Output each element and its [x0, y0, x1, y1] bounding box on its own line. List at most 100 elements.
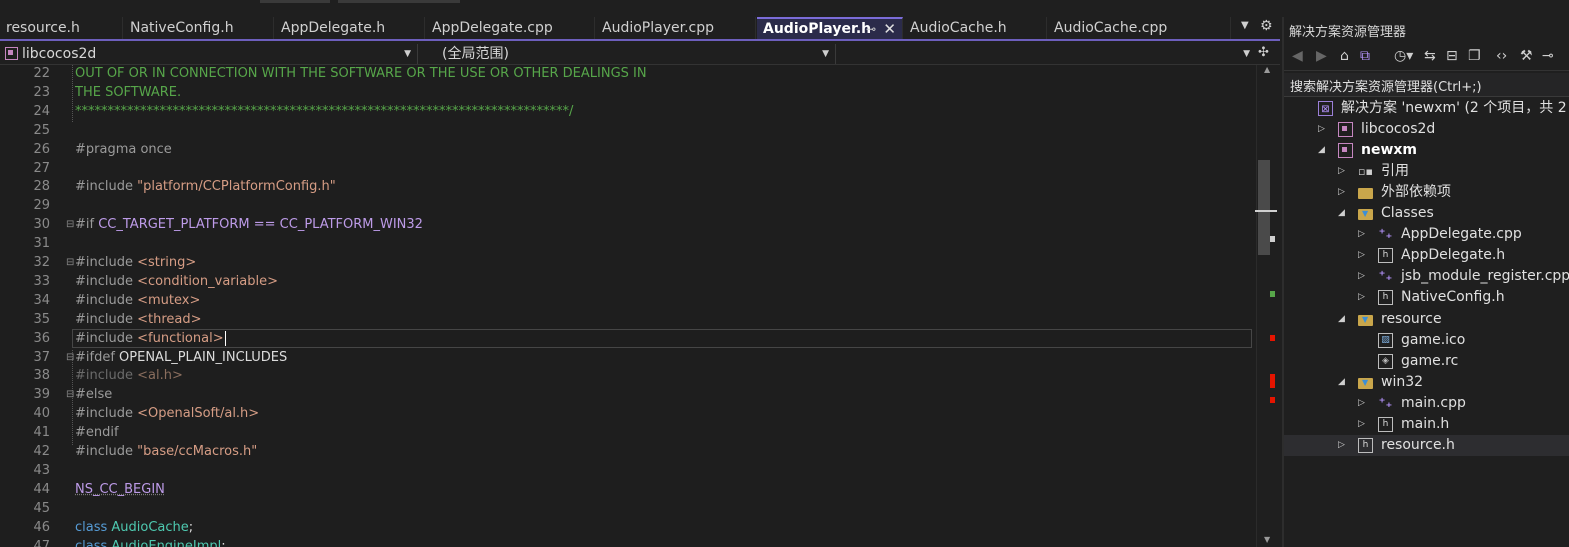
close-icon[interactable]: ✕ [883, 19, 896, 39]
code-line[interactable]: 28 #include "platform/CCPlatformConfig.h" [0, 177, 1256, 196]
scope-combo[interactable]: (全局范围) ▼ [420, 44, 836, 64]
tab-nativeconfig-h[interactable]: NativeConfig.h [124, 17, 274, 39]
code-view-icon[interactable]: ‹› [1496, 48, 1507, 64]
code-line[interactable]: 24 **************************************… [0, 102, 1256, 121]
tree-item[interactable]: ▷ ⁺₊ jsb_module_register.cpp [1284, 266, 1569, 287]
collapsed-arrow-icon[interactable]: ▷ [1358, 393, 1365, 414]
tab-audiocache-h[interactable]: AudioCache.h [904, 17, 1047, 39]
code-line[interactable]: 38 #include <al.h> [0, 366, 1256, 385]
collapsed-arrow-icon[interactable]: ▷ [1358, 287, 1365, 308]
tree-item[interactable]: ▷ h NativeConfig.h [1284, 287, 1569, 308]
properties-icon[interactable]: ⚒ [1520, 48, 1533, 64]
expanded-arrow-icon[interactable]: ◢ [1338, 309, 1345, 330]
fold-toggle-icon[interactable]: ⊟ [66, 348, 74, 367]
code-token: <functional> [137, 330, 224, 346]
tree-item[interactable]: ◈ game.rc [1284, 351, 1569, 372]
collapsed-arrow-icon[interactable]: ▷ [1338, 182, 1345, 203]
code-line[interactable]: 41 #endif [0, 423, 1256, 442]
tree-item[interactable]: ◢ newxm [1284, 140, 1569, 161]
fold-toggle-icon[interactable]: ⊟ [66, 385, 74, 404]
code-token: class [75, 519, 112, 535]
switch-views-icon[interactable]: ⧉ [1360, 48, 1370, 64]
editor-scrollbar[interactable]: ▲ ▼ [1255, 65, 1280, 547]
gear-icon[interactable]: ⚙ [1260, 18, 1273, 34]
sync-icon[interactable]: ⇆ [1424, 48, 1436, 64]
collapsed-arrow-icon[interactable]: ▷ [1358, 245, 1365, 266]
tree-item[interactable]: ▷ h AppDelegate.h [1284, 245, 1569, 266]
tree-item[interactable]: ◢ Classes [1284, 203, 1569, 224]
tree-item[interactable]: ▨ game.ico [1284, 330, 1569, 351]
code-line[interactable]: 30 ⊟ #if CC_TARGET_PLATFORM == CC_PLATFORM… [0, 215, 1256, 234]
back-icon[interactable]: ◀ [1292, 48, 1303, 64]
code-token: #include [75, 292, 138, 308]
code-line[interactable]: 46 class AudioCache; [0, 518, 1256, 537]
tree-item[interactable]: ▷ ⁺₊ main.cpp [1284, 393, 1569, 414]
tab-appdelegate-cpp[interactable]: AppDelegate.cpp [426, 17, 595, 39]
code-line[interactable]: 43 [0, 461, 1256, 480]
collapsed-arrow-icon[interactable]: ▷ [1358, 266, 1365, 287]
code-line[interactable]: 39 ⊟ #else [0, 385, 1256, 404]
expanded-arrow-icon[interactable]: ◢ [1338, 203, 1345, 224]
project-combo[interactable]: libcocos2d ▼ [0, 44, 418, 64]
code-line[interactable]: 47 class AudioEngineImpl; [0, 537, 1256, 547]
code-token: #include [75, 179, 138, 195]
code-line[interactable]: 44 NS_CC_BEGIN [0, 480, 1256, 499]
show-all-files-icon[interactable]: ❐ [1468, 48, 1481, 64]
code-line[interactable]: 32 ⊟ #include <string> [0, 253, 1256, 272]
code-line[interactable]: 40 #include <OpenalSoft/al.h> [0, 404, 1256, 423]
code-line[interactable]: 45 [0, 499, 1256, 518]
code-token: OPENAL_PLAIN_INCLUDES [119, 349, 288, 365]
scrollbar-thumb[interactable] [1258, 160, 1270, 255]
pin-icon[interactable]: ⊸ [1542, 48, 1554, 64]
tab-resource-h[interactable]: resource.h [0, 17, 123, 39]
code-line[interactable]: 33 #include <condition_variable> [0, 272, 1256, 291]
code-line[interactable]: 34 #include <mutex> [0, 291, 1256, 310]
code-line[interactable]: 25 [0, 121, 1256, 140]
code-line[interactable]: 26 #pragma once [0, 140, 1256, 159]
code-line[interactable]: 23 THE SOFTWARE. [0, 83, 1256, 102]
tree-item[interactable]: ▷ h main.h [1284, 414, 1569, 435]
collapsed-arrow-icon[interactable]: ▷ [1358, 414, 1365, 435]
tree-item[interactable]: ▷ libcocos2d [1284, 119, 1569, 140]
fold-toggle-icon[interactable]: ⊟ [66, 253, 74, 272]
tab-audiocache-cpp[interactable]: AudioCache.cpp [1048, 17, 1231, 39]
collapsed-arrow-icon[interactable]: ▷ [1338, 161, 1345, 182]
tab-audioplayer-h[interactable]: AudioPlayer.h ⊸ ✕ [757, 17, 903, 39]
split-window-icon[interactable]: ✣ [1258, 45, 1269, 60]
pending-changes-icon[interactable]: ◷▾ [1394, 48, 1413, 64]
expanded-arrow-icon[interactable]: ◢ [1338, 372, 1345, 393]
collapsed-arrow-icon[interactable]: ▷ [1358, 224, 1365, 245]
code-line[interactable]: 29 [0, 196, 1256, 215]
tree-item[interactable]: ▷ 外部依赖项 [1284, 182, 1569, 203]
tree-item[interactable]: ◢ resource [1284, 309, 1569, 330]
tree-item[interactable]: ⊠ 解决方案 'newxm' (2 个项目，共 2 个) [1284, 98, 1569, 119]
code-line[interactable]: 37 ⊟ #ifdef OPENAL_PLAIN_INCLUDES [0, 348, 1256, 367]
tree-item[interactable]: ▷ ▫▪ 引用 [1284, 161, 1569, 182]
code-line[interactable]: 42 #include "base/ccMacros.h" [0, 442, 1256, 461]
tree-item[interactable]: ▷ ⁺₊ AppDelegate.cpp [1284, 224, 1569, 245]
tab-appdelegate-h[interactable]: AppDelegate.h [275, 17, 425, 39]
expanded-arrow-icon[interactable]: ◢ [1318, 140, 1325, 161]
pin-icon[interactable]: ⊸ [866, 19, 876, 39]
code-editor[interactable]: 22 OUT OF OR IN CONNECTION WITH THE SOFTW… [0, 65, 1256, 547]
fold-toggle-icon[interactable]: ⊟ [66, 215, 74, 234]
forward-icon[interactable]: ▶ [1316, 48, 1327, 64]
code-line[interactable]: 35 #include <thread> [0, 310, 1256, 329]
home-icon[interactable]: ⌂ [1340, 48, 1349, 64]
code-token: #pragma once [75, 141, 172, 157]
scroll-up-icon[interactable]: ▲ [1264, 65, 1270, 74]
code-line[interactable]: 27 [0, 159, 1256, 178]
code-line[interactable]: 36 #include <functional> [0, 328, 1256, 348]
code-line[interactable]: 22 OUT OF OR IN CONNECTION WITH THE SOFTW… [0, 65, 1256, 83]
collapse-all-icon[interactable]: ⊟ [1446, 48, 1458, 64]
scroll-down-icon[interactable]: ▼ [1264, 535, 1270, 544]
solution-search-input[interactable]: 搜索解决方案资源管理器(Ctrl+;) [1284, 73, 1569, 97]
collapsed-arrow-icon[interactable]: ▷ [1338, 435, 1345, 456]
tree-item[interactable]: ◢ win32 [1284, 372, 1569, 393]
tree-item[interactable]: ▷ h resource.h [1284, 434, 1569, 456]
member-combo[interactable]: ▼ [838, 44, 1256, 64]
tab-audioplayer-cpp[interactable]: AudioPlayer.cpp [596, 17, 756, 39]
collapsed-arrow-icon[interactable]: ▷ [1318, 119, 1325, 140]
chevron-down-icon[interactable]: ▼ [1241, 20, 1249, 31]
code-line[interactable]: 31 [0, 234, 1256, 253]
